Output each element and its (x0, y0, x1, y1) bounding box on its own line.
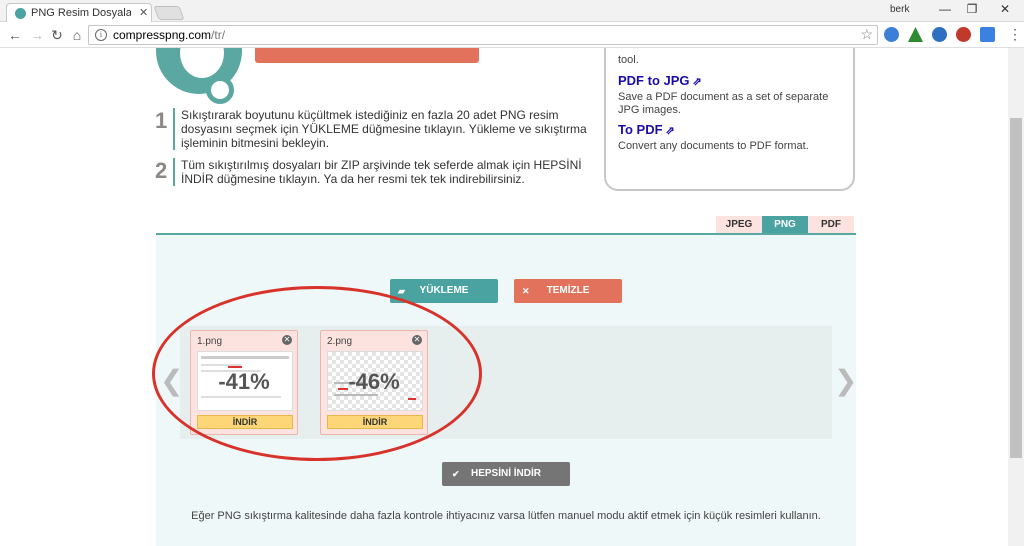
carousel-next-icon[interactable]: ❯ (834, 364, 857, 397)
tab-png[interactable]: PNG (762, 216, 808, 233)
bookmark-star-icon[interactable]: ☆ (860, 26, 873, 43)
extension-globe-icon[interactable] (932, 27, 947, 42)
home-icon[interactable]: ⌂ (68, 26, 86, 44)
step-text: Sıkıştırarak boyutunu küçültmek istediği… (173, 108, 593, 150)
reload-icon[interactable]: ↻ (48, 26, 66, 44)
adblock-icon[interactable] (956, 27, 971, 42)
file-name: 1.png (197, 336, 223, 347)
page-scrollbar[interactable] (1008, 48, 1024, 546)
site-favicon-icon (15, 8, 26, 19)
remove-file-icon[interactable]: ✕ (412, 335, 422, 345)
step-2: 2 Tüm sıkıştırılmış dosyaları bir ZIP ar… (155, 158, 595, 188)
download-button[interactable]: İNDİR (197, 415, 293, 429)
profile-name[interactable]: berk (890, 4, 909, 15)
forward-arrow-icon[interactable]: → (28, 26, 46, 44)
file-card: 2.png ✕ -46% İNDİR (320, 330, 428, 435)
extension-icon[interactable] (884, 27, 899, 42)
tab-title: PNG Resim Dosyalarını Ç (31, 7, 131, 19)
compression-percent: -46% (348, 369, 400, 394)
browser-tabstrip: PNG Resim Dosyalarını Ç ✕ berk — ❐ ✕ (0, 0, 1024, 22)
new-tab-button[interactable] (153, 6, 185, 20)
tab-pdf[interactable]: PDF (808, 216, 854, 233)
card-top-text: tool. (618, 54, 639, 66)
browser-toolbar: ← → ↻ ⌂ i compresspng.com/tr/ ☆ ⋮ (0, 22, 1024, 48)
info-icon[interactable]: i (95, 29, 107, 41)
address-bar[interactable]: i compresspng.com/tr/ ☆ (88, 25, 878, 45)
browser-tab[interactable]: PNG Resim Dosyalarını Ç ✕ (6, 3, 152, 22)
back-arrow-icon[interactable]: ← (6, 26, 24, 44)
tab-jpeg[interactable]: JPEG (716, 216, 762, 233)
minimize-button[interactable]: — (935, 2, 955, 16)
extension-tree-icon[interactable] (908, 27, 923, 42)
menu-icon[interactable]: ⋮ (1008, 26, 1022, 43)
download-button[interactable]: İNDİR (327, 415, 423, 429)
page-content: 1 Sıkıştırarak boyutunu küçültmek istedi… (0, 48, 1008, 546)
related-tools-card: tool. PDF to JPG ⇗ Save a PDF document as… (604, 48, 855, 191)
file-card: 1.png ✕ -41% İNDİR (190, 330, 298, 435)
carousel-prev-icon[interactable]: ❮ (160, 364, 183, 397)
external-arrow-icon: ⇗ (665, 125, 675, 137)
external-arrow-icon: ⇗ (692, 76, 702, 88)
restore-button[interactable]: ❐ (962, 2, 982, 16)
step-1: 1 Sıkıştırarak boyutunu küçültmek istedi… (155, 108, 595, 152)
step-number: 2 (155, 158, 168, 183)
upload-button[interactable]: ▰ YÜKLEME (390, 279, 498, 303)
translate-icon[interactable] (980, 27, 995, 42)
clear-button[interactable]: ✕ TEMİZLE (514, 279, 622, 303)
file-name: 2.png (327, 336, 353, 347)
scroll-thumb[interactable] (1010, 118, 1022, 458)
step-text: Tüm sıkıştırılmış dosyaları bir ZIP arşi… (173, 158, 593, 186)
pdf-to-jpg-link[interactable]: PDF to JPG ⇗ (618, 73, 702, 88)
pdf-to-jpg-desc: Save a PDF document as a set of separate… (618, 91, 829, 116)
to-pdf-link[interactable]: To PDF ⇗ (618, 122, 675, 137)
manual-mode-hint: Eğer PNG sıkıştırma kalitesinde daha faz… (191, 510, 821, 522)
brand-banner (255, 48, 479, 63)
download-all-button[interactable]: ✔ HEPSİNİ İNDİR (442, 462, 570, 486)
compression-percent: -41% (218, 369, 270, 394)
url-text[interactable]: compresspng.com/tr/ (113, 28, 225, 42)
step-number: 1 (155, 108, 168, 133)
remove-file-icon[interactable]: ✕ (282, 335, 292, 345)
close-window-button[interactable]: ✕ (995, 2, 1015, 16)
logo-ring-icon (206, 76, 234, 104)
to-pdf-desc: Convert any documents to PDF format. (618, 140, 809, 152)
tab-close-icon[interactable]: ✕ (139, 6, 148, 19)
